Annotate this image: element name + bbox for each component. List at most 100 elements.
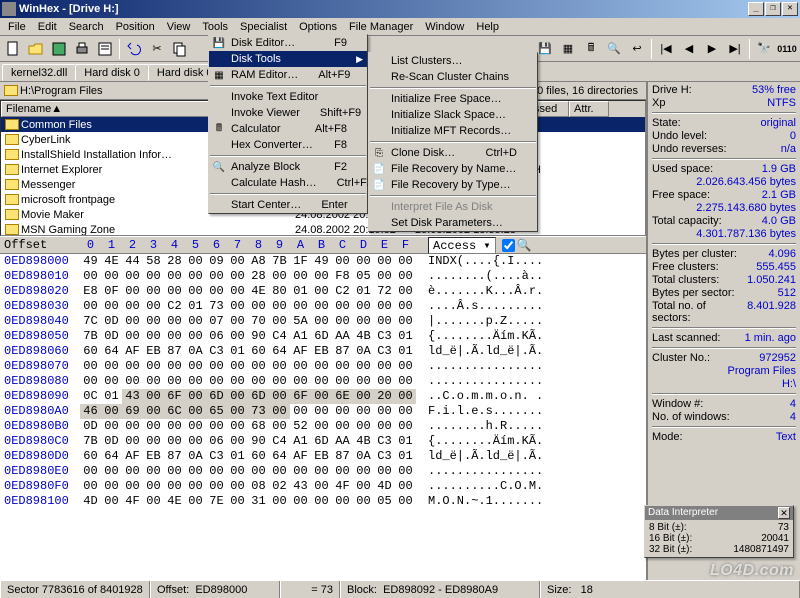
tab-kernel32[interactable]: kernel32.dll: [2, 64, 76, 81]
hex-row[interactable]: 0ED8980C07B0D00000000060090C4A16DAA4BC30…: [0, 434, 646, 449]
hex-row[interactable]: 0ED898010000000000000000028000000F805000…: [0, 269, 646, 284]
hex-col-5: 5: [185, 238, 206, 252]
nav-prev-icon[interactable]: ◀: [678, 38, 700, 60]
used-bytes: 2.026.643.456 bytes: [696, 176, 796, 188]
col-filename[interactable]: Filename▲: [1, 101, 211, 117]
col-attr[interactable]: Attr.: [569, 101, 609, 117]
menu-options[interactable]: Options: [293, 19, 343, 35]
menu-specialist[interactable]: Specialist: [234, 19, 293, 35]
free-pct: 53% free: [752, 84, 796, 96]
menu-icon: 📄: [372, 178, 386, 192]
ram-icon[interactable]: ▦: [557, 38, 579, 60]
minimize-button[interactable]: _: [748, 2, 764, 16]
calc-icon[interactable]: 🖩: [580, 38, 602, 60]
hex-row[interactable]: 0ED8980407C0D00000000070070005A000000000…: [0, 314, 646, 329]
new-icon[interactable]: [2, 38, 24, 60]
save-icon[interactable]: [48, 38, 70, 60]
access-dropdown[interactable]: Access ▾: [428, 237, 496, 254]
interp-close-icon[interactable]: ✕: [778, 507, 790, 519]
menu-item[interactable]: Disk Tools▶: [209, 51, 367, 67]
menu-file[interactable]: File: [2, 19, 32, 35]
menu-item[interactable]: Start Center…Enter: [209, 197, 367, 213]
hex-view[interactable]: 0ED898000494E445828000900A87B1F490000000…: [0, 254, 646, 580]
hex-row[interactable]: 0ED8980507B0D00000000060090C4A16DAA4BC30…: [0, 329, 646, 344]
undo-icon[interactable]: [123, 38, 145, 60]
menu-item[interactable]: 📄File Recovery by Name…: [369, 161, 537, 177]
hex-row[interactable]: 0ED89803000000000C2017300000000000000000…: [0, 299, 646, 314]
maximize-button[interactable]: ❐: [765, 2, 781, 16]
hex-col-6: 6: [206, 238, 227, 252]
hex-row[interactable]: 0ED8980700000000000000000000000000000000…: [0, 359, 646, 374]
hex-col-B: B: [311, 238, 332, 252]
menu-item[interactable]: Set Disk Parameters…: [369, 215, 537, 231]
menu-position[interactable]: Position: [110, 19, 161, 35]
hex-row[interactable]: 0ED898020E80F0000000000004E800100C201720…: [0, 284, 646, 299]
menu-window[interactable]: Window: [419, 19, 470, 35]
hex-row[interactable]: 0ED8980E00000000000000000000000000000000…: [0, 464, 646, 479]
properties-icon[interactable]: [94, 38, 116, 60]
menu-item[interactable]: 🖩CalculatorAlt+F8: [209, 121, 367, 137]
hex-row[interactable]: 0ED8980B00D00000000000000680052000000000…: [0, 419, 646, 434]
cut-icon[interactable]: ✂: [146, 38, 168, 60]
hex-row[interactable]: 0ED8980F00000000000000000080243004F004D0…: [0, 479, 646, 494]
hex-row[interactable]: 0ED8980D06064AFEB870AC3016064AFEB870AC30…: [0, 449, 646, 464]
menu-item[interactable]: Calculate Hash…Ctrl+F2: [209, 175, 367, 191]
nav-next-icon[interactable]: ▶: [701, 38, 723, 60]
nav-first-icon[interactable]: |◀: [655, 38, 677, 60]
nav-last-icon[interactable]: ▶|: [724, 38, 746, 60]
hex-col-A: A: [290, 238, 311, 252]
hex-row[interactable]: 0ED8980900C0143006F006D006D006F006E00200…: [0, 389, 646, 404]
table-row[interactable]: MSN Gaming Zone24.08.2002 20:19:5225.08.…: [1, 222, 645, 236]
menu-tools[interactable]: Tools: [196, 19, 234, 35]
menu-item[interactable]: Initialize Slack Space…: [369, 107, 537, 123]
menu-edit[interactable]: Edit: [32, 19, 63, 35]
undo-l: Undo level:: [652, 130, 707, 142]
menu-item[interactable]: Re-Scan Cluster Chains: [369, 69, 537, 85]
find-hex-icon[interactable]: 0110: [776, 38, 798, 60]
hex-row[interactable]: 0ED8981004D004F004E007E00310000000000050…: [0, 494, 646, 509]
copy-icon[interactable]: [169, 38, 191, 60]
data-interpreter[interactable]: Data Interpreter✕ 8 Bit (±):73 16 Bit (±…: [644, 505, 794, 558]
menu-icon: 💾: [212, 36, 226, 50]
hex-col-7: 7: [227, 238, 248, 252]
menu-item[interactable]: Hex Converter…F8: [209, 137, 367, 153]
menu-item: Interpret File As Disk: [369, 199, 537, 215]
menu-item[interactable]: Initialize Free Space…: [369, 91, 537, 107]
menu-view[interactable]: View: [161, 19, 197, 35]
pf-link[interactable]: Program Files: [728, 365, 796, 377]
menu-item[interactable]: Invoke Text Editor: [209, 89, 367, 105]
menu-item[interactable]: 💾Disk Editor…F9: [209, 35, 367, 51]
analyze-icon[interactable]: 🔍: [603, 38, 625, 60]
menu-item[interactable]: Invoke ViewerShift+F9: [209, 105, 367, 121]
menu-item[interactable]: ⎘Clone Disk…Ctrl+D: [369, 145, 537, 161]
undor-v: n/a: [781, 143, 796, 155]
access-checkbox[interactable]: [502, 239, 515, 252]
hex-row[interactable]: 0ED898000494E445828000900A87B1F490000000…: [0, 254, 646, 269]
hex-row[interactable]: 0ED8980606064AFEB870AC3016064AFEB870AC30…: [0, 344, 646, 359]
magnify-icon[interactable]: 🔍: [517, 238, 532, 253]
hex-row[interactable]: 0ED8980800000000000000000000000000000000…: [0, 374, 646, 389]
menu-item[interactable]: 🔍Analyze BlockF2: [209, 159, 367, 175]
menu-item[interactable]: List Clusters…: [369, 53, 537, 69]
now-v: 4: [790, 411, 796, 423]
free-bytes: 2.275.143.680 bytes: [696, 202, 796, 214]
hex-row[interactable]: 0ED8980A0460069006C006500730000000000000…: [0, 404, 646, 419]
state-v: original: [761, 117, 796, 129]
titlebar: WinHex - [Drive H:] _ ❐ ✕: [0, 0, 800, 18]
recent-icon[interactable]: ↩: [626, 38, 648, 60]
hv-link[interactable]: H:\: [782, 378, 796, 390]
menu-item[interactable]: ▦RAM Editor…Alt+F9: [209, 67, 367, 83]
menu-item[interactable]: Initialize MFT Records…: [369, 123, 537, 139]
tab-harddisk0[interactable]: Hard disk 0: [75, 64, 149, 81]
menu-search[interactable]: Search: [63, 19, 110, 35]
fs-type: NTFS: [767, 97, 796, 109]
menu-filemanager[interactable]: File Manager: [343, 19, 419, 35]
interp-8bit-l: 8 Bit (±):: [649, 522, 687, 533]
print-icon[interactable]: [71, 38, 93, 60]
find-icon[interactable]: 🔭: [753, 38, 775, 60]
interp-16bit-l: 16 Bit (±):: [649, 533, 692, 544]
menu-help[interactable]: Help: [470, 19, 505, 35]
open-icon[interactable]: [25, 38, 47, 60]
close-button[interactable]: ✕: [782, 2, 798, 16]
menu-item[interactable]: 📄File Recovery by Type…: [369, 177, 537, 193]
